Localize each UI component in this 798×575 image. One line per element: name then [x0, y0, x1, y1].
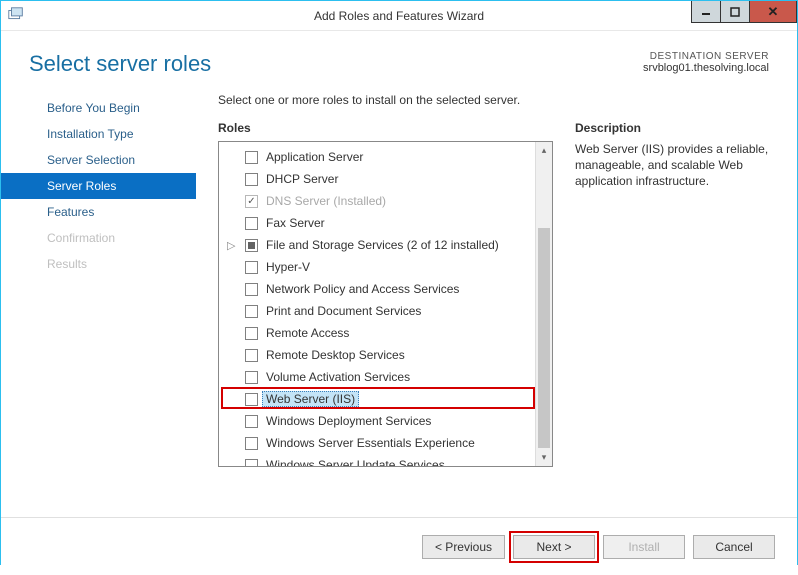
role-row[interactable]: DHCP Server: [221, 168, 533, 190]
checkbox[interactable]: [245, 415, 258, 428]
checkbox[interactable]: [245, 459, 258, 467]
checkbox[interactable]: [245, 217, 258, 230]
window-controls: ✕: [692, 1, 797, 23]
nav-item-server-roles[interactable]: Server Roles: [1, 173, 196, 199]
role-row[interactable]: Application Server: [221, 146, 533, 168]
nav-item-features[interactable]: Features: [1, 199, 196, 225]
scroll-thumb[interactable]: [538, 228, 550, 448]
scrollbar[interactable]: ▴ ▾: [535, 142, 552, 466]
checkbox[interactable]: [245, 305, 258, 318]
role-label: Volume Activation Services: [266, 370, 410, 384]
checkbox[interactable]: [245, 283, 258, 296]
role-row[interactable]: Hyper-V: [221, 256, 533, 278]
checkbox[interactable]: [245, 437, 258, 450]
role-label: Application Server: [266, 150, 363, 164]
role-label: Fax Server: [266, 216, 325, 230]
maximize-button[interactable]: [720, 1, 750, 23]
role-row[interactable]: Windows Server Update Services: [221, 454, 533, 466]
role-row[interactable]: Web Server (IIS): [221, 388, 533, 410]
roles-listbox[interactable]: Application Server DHCP Server DNS Server …: [218, 141, 553, 467]
checkbox[interactable]: [245, 371, 258, 384]
role-label: Windows Deployment Services: [266, 414, 431, 428]
role-row[interactable]: Windows Deployment Services: [221, 410, 533, 432]
role-label: Hyper-V: [266, 260, 310, 274]
role-row[interactable]: Windows Server Essentials Experience: [221, 432, 533, 454]
nav-sidebar: Before You BeginInstallation TypeServer …: [1, 85, 196, 517]
nav-item-confirmation: Confirmation: [1, 225, 196, 251]
scroll-up-button[interactable]: ▴: [536, 142, 552, 159]
role-label: DHCP Server: [266, 172, 338, 186]
minimize-button[interactable]: [691, 1, 721, 23]
role-label: Print and Document Services: [266, 304, 421, 318]
page-heading: Select server roles: [29, 51, 211, 77]
roles-label: Roles: [218, 121, 553, 135]
previous-button[interactable]: < Previous: [422, 535, 505, 559]
header: Select server roles DESTINATION SERVER s…: [1, 31, 797, 85]
checkbox[interactable]: [245, 261, 258, 274]
role-label: Remote Access: [266, 326, 349, 340]
nav-item-installation-type[interactable]: Installation Type: [1, 121, 196, 147]
role-label: Windows Server Essentials Experience: [266, 436, 475, 450]
checkbox[interactable]: [245, 393, 258, 406]
description-label: Description: [575, 121, 771, 135]
role-row[interactable]: ▷ File and Storage Services (2 of 12 inst…: [221, 234, 533, 256]
role-row[interactable]: DNS Server (Installed): [221, 190, 533, 212]
wizard-window: Add Roles and Features Wizard ✕ Select s…: [0, 0, 798, 565]
window-title: Add Roles and Features Wizard: [314, 9, 484, 23]
checkbox: [245, 195, 258, 208]
checkbox[interactable]: [245, 349, 258, 362]
role-row[interactable]: Fax Server: [221, 212, 533, 234]
destination-value: srvblog01.thesolving.local: [643, 62, 769, 74]
expand-icon[interactable]: ▷: [227, 239, 235, 252]
checkbox[interactable]: [245, 173, 258, 186]
app-icon: [7, 6, 27, 26]
role-label: Web Server (IIS): [262, 391, 359, 407]
destination-label: DESTINATION SERVER: [643, 51, 769, 62]
checkbox[interactable]: [245, 151, 258, 164]
footer: < Previous Next > Install Cancel: [1, 517, 797, 575]
role-label: File and Storage Services (2 of 12 insta…: [266, 238, 499, 252]
role-row[interactable]: Volume Activation Services: [221, 366, 533, 388]
next-button[interactable]: Next >: [513, 535, 595, 559]
scroll-down-button[interactable]: ▾: [536, 449, 552, 466]
titlebar: Add Roles and Features Wizard ✕: [1, 1, 797, 31]
install-button: Install: [603, 535, 685, 559]
role-row[interactable]: Remote Access: [221, 322, 533, 344]
role-row[interactable]: Print and Document Services: [221, 300, 533, 322]
nav-item-before-you-begin[interactable]: Before You Begin: [1, 95, 196, 121]
destination-server: DESTINATION SERVER srvblog01.thesolving.…: [643, 51, 769, 74]
role-label: Network Policy and Access Services: [266, 282, 459, 296]
checkbox[interactable]: [245, 327, 258, 340]
checkbox[interactable]: [245, 239, 258, 252]
role-row[interactable]: Remote Desktop Services: [221, 344, 533, 366]
close-button[interactable]: ✕: [749, 1, 797, 23]
instruction-text: Select one or more roles to install on t…: [218, 93, 771, 107]
nav-item-results: Results: [1, 251, 196, 277]
role-label: Remote Desktop Services: [266, 348, 405, 362]
cancel-button[interactable]: Cancel: [693, 535, 775, 559]
description-text: Web Server (IIS) provides a reliable, ma…: [575, 141, 771, 190]
nav-item-server-selection[interactable]: Server Selection: [1, 147, 196, 173]
role-label: DNS Server (Installed): [266, 194, 386, 208]
role-row[interactable]: Network Policy and Access Services: [221, 278, 533, 300]
role-label: Windows Server Update Services: [266, 458, 445, 466]
